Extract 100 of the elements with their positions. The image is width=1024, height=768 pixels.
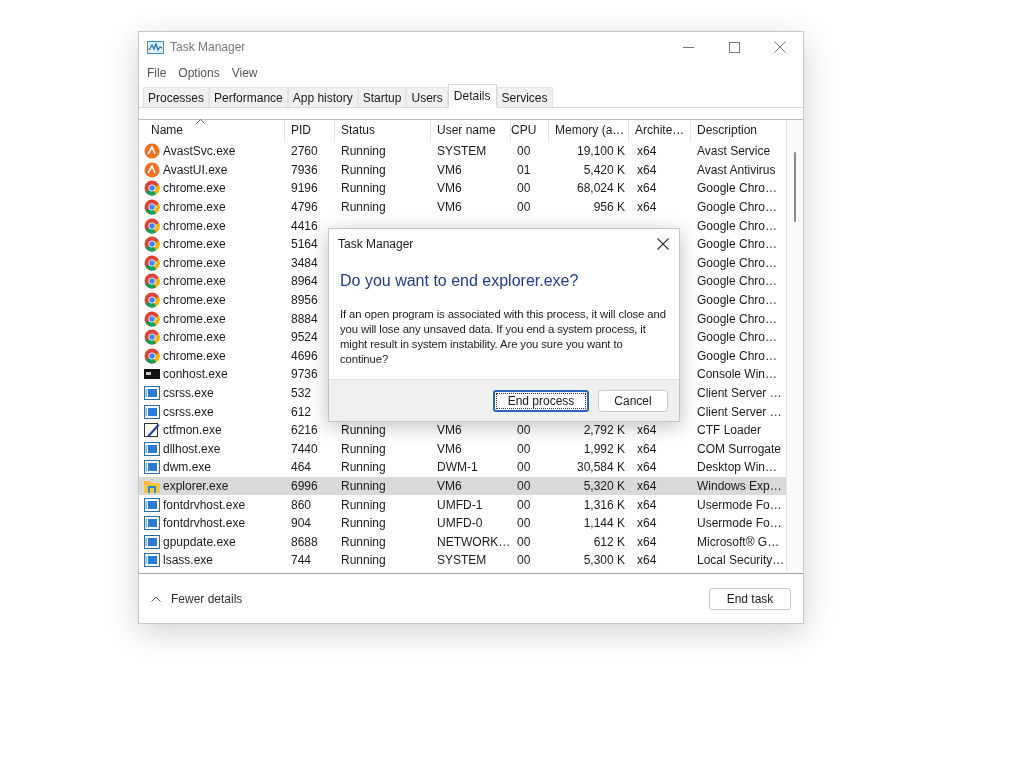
table-cell-text: Google Chro… xyxy=(697,273,778,291)
table-cell-text: Windows Exp… xyxy=(697,478,782,495)
table-cell-text: 1,144 K xyxy=(583,515,625,533)
table-cell-text: Client Server … xyxy=(697,385,782,402)
table-cell-text: chrome.exe xyxy=(163,329,226,347)
table-cell-text: chrome.exe xyxy=(163,292,226,310)
table-cell-text: Running xyxy=(341,199,386,217)
table-cell-text: 5,420 K xyxy=(583,161,625,179)
table-cell-text: Running xyxy=(341,440,386,458)
table-cell-text: Running xyxy=(341,161,386,179)
table-cell-text: x64 xyxy=(637,143,657,161)
table-cell-text: SYSTEM xyxy=(437,143,487,161)
table-cell-text: Running xyxy=(341,533,386,551)
table-cell-text: x64 xyxy=(637,199,657,217)
table-cell-text: chrome.exe xyxy=(163,217,226,235)
table-cell-text: 00 xyxy=(517,515,531,533)
table-cell-text: chrome.exe xyxy=(163,273,226,291)
table-cell-text: UMFD-0 xyxy=(437,515,483,533)
table-cell-text: x64 xyxy=(637,180,657,198)
table-cell-text: 9196 xyxy=(291,180,318,198)
table-cell-text: Microsoft® G… xyxy=(697,533,780,551)
table-cell-text: Usermode Fo… xyxy=(697,496,782,514)
table-cell-text: 464 xyxy=(291,459,312,477)
table-cell-text: VM6 xyxy=(437,422,462,440)
dialog-message: If an open program is associated with this process, it will close and you will lose any unsaved data. If you end a system process, it might result in system instability. Are you sure you want to continue? xyxy=(339,307,667,367)
table-cell-text: csrss.exe xyxy=(163,403,214,421)
table-cell-text: VM6 xyxy=(437,478,462,495)
table-cell-text: Google Chro… xyxy=(697,347,778,365)
table-cell-text: chrome.exe xyxy=(163,180,226,198)
table-cell-text: 00 xyxy=(517,199,531,217)
table-cell-text: Console Win… xyxy=(697,366,778,384)
table-cell-text: DWM-1 xyxy=(437,459,478,477)
dialog-title: Task Manager xyxy=(338,236,414,253)
table-cell-text: 904 xyxy=(291,515,312,533)
table-cell-text: CTF Loader xyxy=(697,422,762,440)
table-cell-text: 6996 xyxy=(291,478,318,495)
table-cell-text: Running xyxy=(341,515,386,533)
table-cell-text: dwm.exe xyxy=(163,459,212,477)
table-cell-text: 2760 xyxy=(291,143,318,161)
table-cell-text: 7936 xyxy=(291,161,318,179)
table-cell-text: 19,100 K xyxy=(576,143,625,161)
table-cell-text: x64 xyxy=(637,533,657,551)
table-cell-text: SYSTEM xyxy=(437,552,487,570)
table-cell-text: x64 xyxy=(637,422,657,440)
table-cell-text: explorer.exe xyxy=(163,478,229,495)
table-cell-text: 2,792 K xyxy=(583,422,625,440)
table-cell-text: 00 xyxy=(517,496,531,514)
table-cell-text: 00 xyxy=(517,533,531,551)
table-cell-text: 8688 xyxy=(291,533,318,551)
table-cell-text: Client Server … xyxy=(697,403,782,421)
table-cell-text: csrss.exe xyxy=(163,385,214,402)
table-cell-text: x64 xyxy=(637,496,657,514)
table-cell-text: Desktop Win… xyxy=(697,459,778,477)
window-title: Task Manager xyxy=(170,39,246,56)
table-cell-text: x64 xyxy=(637,440,657,458)
table-cell-text: AvastUI.exe xyxy=(163,161,228,179)
table-cell-text: 612 xyxy=(291,403,312,421)
table-cell-text: Avast Antivirus xyxy=(697,161,776,179)
dialog-heading: Do you want to end explorer.exe? xyxy=(339,271,580,291)
table-cell-text: 8884 xyxy=(291,310,318,328)
table-cell-text: Running xyxy=(341,422,386,440)
table-cell-text: x64 xyxy=(637,515,657,533)
table-cell-text: 1,316 K xyxy=(583,496,625,514)
table-cell-text: 00 xyxy=(517,440,531,458)
table-cell-text: VM6 xyxy=(437,161,462,179)
table-cell-text: 5,300 K xyxy=(583,552,625,570)
table-cell-text: Running xyxy=(341,180,386,198)
table-cell-text: 00 xyxy=(517,143,531,161)
table-cell-text: chrome.exe xyxy=(163,199,226,217)
table-cell-text: Local Security… xyxy=(697,552,785,570)
table-cell-text: 956 K xyxy=(593,199,625,217)
table-cell-text: chrome.exe xyxy=(163,347,226,365)
table-cell-text: 3484 xyxy=(291,254,318,272)
table-cell-text: ctfmon.exe xyxy=(163,422,222,440)
table-cell-text: x64 xyxy=(637,552,657,570)
table-cell-text: 4796 xyxy=(291,199,318,217)
table-cell-text: Google Chro… xyxy=(697,217,778,235)
table-cell-text: Running xyxy=(341,459,386,477)
table-cell-text: 4696 xyxy=(291,347,318,365)
table-cell-text: chrome.exe xyxy=(163,310,226,328)
table-cell-text: 5,320 K xyxy=(583,478,625,495)
table-cell-text: 612 K xyxy=(593,533,625,551)
table-cell-text: dllhost.exe xyxy=(163,440,221,458)
table-cell-text: 00 xyxy=(517,459,531,477)
table-cell-text: fontdrvhost.exe xyxy=(163,515,246,533)
table-cell-text: Google Chro… xyxy=(697,236,778,254)
table-cell-text: 7440 xyxy=(291,440,318,458)
table-cell-text: 744 xyxy=(291,552,312,570)
table-cell-text: 00 xyxy=(517,478,531,495)
table-cell-text: gpupdate.exe xyxy=(163,533,236,551)
table-cell-text: Google Chro… xyxy=(697,329,778,347)
table-cell-text: 00 xyxy=(517,422,531,440)
table-cell-text: Running xyxy=(341,478,386,495)
table-cell-text: Google Chro… xyxy=(697,180,778,198)
table-cell-text: 1,992 K xyxy=(583,440,625,458)
table-cell-text: fontdrvhost.exe xyxy=(163,496,246,514)
table-cell-text: 8964 xyxy=(291,273,318,291)
table-cell-text: Usermode Fo… xyxy=(697,515,782,533)
table-cell-text: chrome.exe xyxy=(163,254,226,272)
table-cell-text: 5164 xyxy=(291,236,318,254)
